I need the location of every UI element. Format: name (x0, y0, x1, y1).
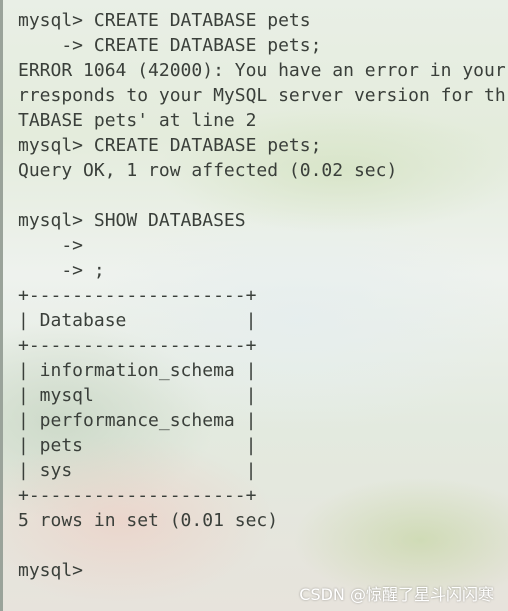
terminal-line-error-2: rresponds to your MySQL server version f… (18, 85, 506, 106)
result-table-row: | performance_schema | (18, 410, 257, 431)
result-table-header: | Database | (18, 310, 257, 331)
result-table-row: | mysql | (18, 385, 257, 406)
terminal-line-error-1: ERROR 1064 (42000): You have an error in… (18, 60, 506, 81)
terminal-line-rows-in-set: 5 rows in set (0.01 sec) (18, 510, 279, 531)
terminal-line-show-databases: mysql> SHOW DATABASES (18, 210, 246, 231)
terminal-line-query-ok: Query OK, 1 row affected (0.02 sec) (18, 160, 398, 181)
terminal-line-create-db-2: mysql> CREATE DATABASE pets; (18, 135, 322, 156)
prompt-text: mysql> (18, 560, 84, 581)
terminal-line-blank-2 (18, 533, 506, 558)
terminal-line-continuation-2: -> (18, 235, 84, 256)
result-table-border-bottom: +--------------------+ (18, 485, 257, 506)
window-left-border (0, 0, 3, 611)
terminal-line-create-db-1: mysql> CREATE DATABASE pets (18, 10, 311, 31)
terminal-output: mysql> CREATE DATABASE pets -> CREATE DA… (18, 8, 506, 583)
result-table-row: | pets | (18, 435, 257, 456)
mysql-input-prompt[interactable]: mysql> (18, 558, 506, 583)
terminal-line-blank-1 (18, 183, 506, 208)
result-table-row: | sys | (18, 460, 257, 481)
terminal-line-continuation-1: -> CREATE DATABASE pets; (18, 35, 322, 56)
csdn-watermark: CSDN @惊醒了星斗闪闪寒 (299, 585, 494, 604)
result-table-border-mid: +--------------------+ (18, 335, 257, 356)
terminal-line-continuation-3: -> ; (18, 260, 105, 281)
terminal-line-error-3: TABASE pets' at line 2 (18, 110, 257, 131)
mysql-terminal-window[interactable]: mysql> CREATE DATABASE pets -> CREATE DA… (0, 0, 508, 611)
result-table-row: | information_schema | (18, 360, 257, 381)
text-cursor (83, 561, 92, 579)
result-table-border-top: +--------------------+ (18, 285, 257, 306)
